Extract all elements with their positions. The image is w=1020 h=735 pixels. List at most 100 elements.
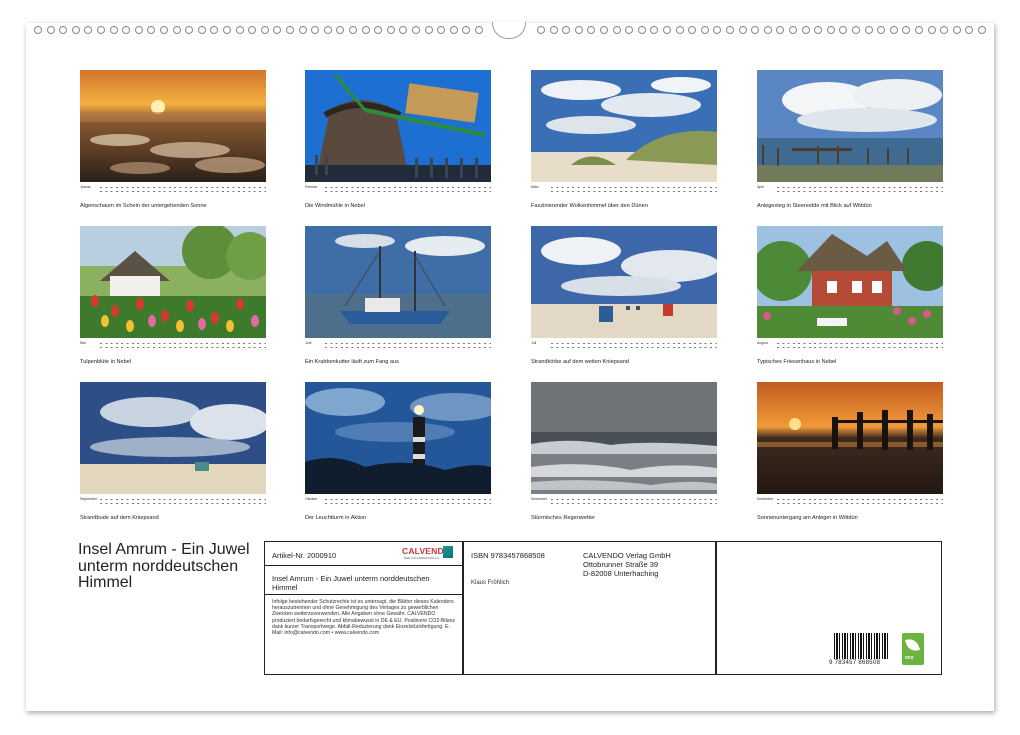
photo-lighthouse (305, 382, 491, 494)
binding-ring (210, 26, 218, 34)
binding-ring (462, 26, 470, 34)
binding-ring (336, 26, 344, 34)
month-preview-october: Oktober Der Leuchtturm in Aktion (305, 382, 491, 494)
binding-ring (915, 26, 923, 34)
binding-ring (47, 26, 55, 34)
month-preview-may: Mai Tulpenblüte in Nebel (80, 226, 266, 338)
binding-ring (160, 26, 168, 34)
divider (265, 565, 462, 566)
binding-ring (789, 26, 797, 34)
month-preview-april: April Anlegesteg in Steenodde mit Blick … (757, 70, 943, 182)
binding-ring (764, 26, 772, 34)
binding-ring (72, 26, 80, 34)
binding-ring (537, 26, 545, 34)
binding-ring (110, 26, 118, 34)
binding-ring (802, 26, 810, 34)
divider (462, 542, 464, 674)
day-grid (777, 186, 943, 194)
binding-ring (625, 26, 633, 34)
binding-ring (387, 26, 395, 34)
binding-ring (613, 26, 621, 34)
month-preview-november: November Stürmisches Regenwetter (531, 382, 717, 494)
binding-ring (311, 26, 319, 34)
binding-ring (349, 26, 357, 34)
binding-ring (286, 26, 294, 34)
photo-caption: Tulpenblüte in Nebel (80, 359, 131, 365)
month-preview-june: Juni Ein Krabbenkutter läuft zum Fang au… (305, 226, 491, 338)
day-grid (325, 186, 491, 194)
barcode (834, 633, 889, 659)
photo-windmill (305, 70, 491, 182)
binding-ring (399, 26, 407, 34)
photo-tulips (80, 226, 266, 338)
divider (265, 594, 462, 595)
month-preview-january: Januar Algenschaum im Schein der unterge… (80, 70, 266, 182)
binding-ring (248, 26, 256, 34)
month-preview-march: März Faszinierender Wolkenhimmel über de… (531, 70, 717, 182)
binding-ring (135, 26, 143, 34)
binding-ring (173, 26, 181, 34)
binding-ring (726, 26, 734, 34)
binding-ring (827, 26, 835, 34)
photo-caption: Strandbude auf dem Kniepsand (80, 515, 159, 521)
binding-ring (940, 26, 948, 34)
info-title: Insel Amrum - Ein Juwel unterm norddeuts… (272, 574, 452, 592)
binding-ring (676, 26, 684, 34)
binding-ring (688, 26, 696, 34)
binding-ring (273, 26, 281, 34)
month-label: Juli (531, 341, 536, 345)
binding-ring (852, 26, 860, 34)
binding-ring (928, 26, 936, 34)
legal-notice: Infolge bestehender Schutzrechte ist es … (272, 599, 458, 636)
binding-ring (550, 26, 558, 34)
binding-ring (776, 26, 784, 34)
day-grid (100, 498, 266, 506)
photo-beach-hut (80, 382, 266, 494)
publisher-street: Ottobrunner Straße 39 (583, 560, 658, 569)
month-label: Mai (80, 341, 86, 345)
photo-sunset-jetty (757, 382, 943, 494)
isbn: ISBN 9783457868508 (471, 551, 545, 560)
binding-ring (122, 26, 130, 34)
binding-ring (751, 26, 759, 34)
photo-caption: Algenschaum im Schein der untergehenden … (80, 203, 207, 209)
binding-ring (978, 26, 986, 34)
binding-ring (739, 26, 747, 34)
photo-shrimp-cutter (305, 226, 491, 338)
author: Klaus Fröhlich (471, 580, 509, 586)
month-label: Januar (80, 185, 91, 189)
month-label: Oktober (305, 497, 317, 501)
binding-ring (299, 26, 307, 34)
month-label: September (80, 497, 97, 501)
binding-ring (475, 26, 483, 34)
binding-ring (638, 26, 646, 34)
binding-ring (223, 26, 231, 34)
month-label: Dezember (757, 497, 773, 501)
binding-ring (374, 26, 382, 34)
article-number: Artikel-Nr. 2000910 (272, 551, 336, 560)
binding-ring (97, 26, 105, 34)
photo-caption: Ein Krabbenkutter läuft zum Fang aus (305, 359, 399, 365)
photo-caption: Typisches Friesenhaus in Nebel (757, 359, 836, 365)
month-label: Juni (305, 341, 311, 345)
photo-caption: Faszinierender Wolkenhimmel über den Dün… (531, 203, 648, 209)
day-grid (100, 186, 266, 194)
calvendo-logo-icon (443, 546, 453, 558)
binding-ring (902, 26, 910, 34)
photo-algae-foam-sunset (80, 70, 266, 182)
binding-ring (814, 26, 822, 34)
day-grid (100, 342, 266, 350)
binding-ring (198, 26, 206, 34)
day-grid (551, 342, 717, 350)
publisher-name: CALVENDO Verlag GmbH (583, 551, 671, 560)
binding-ring (600, 26, 608, 34)
binding-ring (865, 26, 873, 34)
binding-ring (362, 26, 370, 34)
photo-caption: Die Windmühle in Nebel (305, 203, 365, 209)
binding-ring (147, 26, 155, 34)
month-label: November (531, 497, 547, 501)
month-preview-february: Februar Die Windmühle in Nebel (305, 70, 491, 182)
binding-ring (84, 26, 92, 34)
binding-ring (965, 26, 973, 34)
month-preview-september: September Strandbude auf dem Kniepsand (80, 382, 266, 494)
